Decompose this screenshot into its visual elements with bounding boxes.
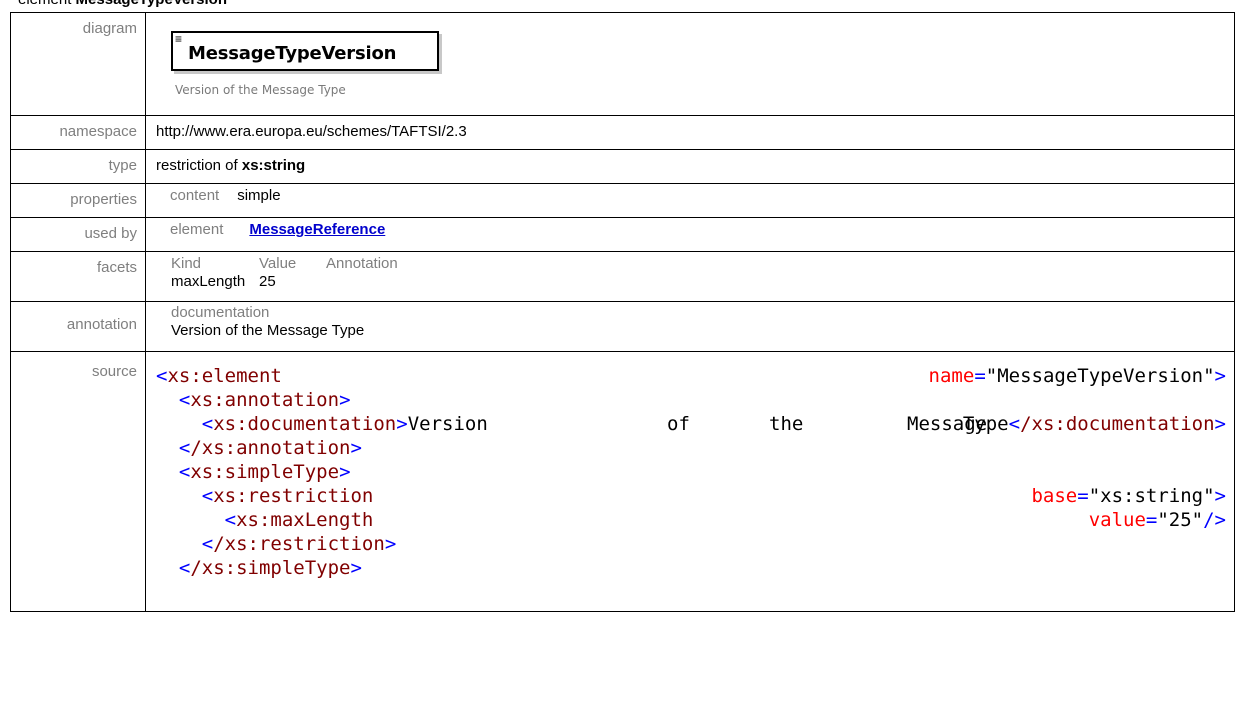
diagram-cell: ≡ MessageTypeVersion Version of the Mess… <box>145 12 1235 116</box>
element-content-icon: ≡ <box>175 32 183 46</box>
source-line-3: <xs:documentation>Version of the Message Typ… <box>201 413 1226 435</box>
type-label: type <box>10 149 146 184</box>
namespace-value: http://www.era.europa.eu/schemes/TAFTSI/… <box>145 115 1235 150</box>
diagram-row: diagram ≡ MessageTypeVersion Version of … <box>10 12 1235 116</box>
source-line-1: <xs:element name="MessageTypeVersion"> <box>156 365 1226 387</box>
annotation-label: annotation <box>10 301 146 352</box>
annotation-row: annotation documentation Version of the … <box>10 301 1235 352</box>
namespace-label: namespace <box>10 115 146 150</box>
facet-value: 25 <box>259 273 276 290</box>
annotation-text: Version of the Message Type <box>171 322 365 339</box>
heading-prefix: element <box>18 0 76 8</box>
type-prefix: restriction of <box>156 157 242 174</box>
annotation-key: documentation <box>171 304 270 321</box>
message-reference-link[interactable]: MessageReference <box>249 221 385 238</box>
source-line-4: </xs:annotation> <box>178 437 362 459</box>
element-doc-table: diagram ≡ MessageTypeVersion Version of … <box>10 12 1235 612</box>
facets-header: Kind Value Annotation <box>171 255 1234 273</box>
facets-row: facets Kind Value Annotation maxLength 25 <box>10 251 1235 302</box>
source-line-2: <xs:annotation> <box>178 389 351 411</box>
page-heading: element MessageTypeVersion <box>18 0 227 9</box>
namespace-row: namespace http://www.era.europa.eu/schem… <box>10 115 1235 150</box>
properties-value: content simple <box>145 183 1235 218</box>
diagram-label: diagram <box>10 12 146 116</box>
source-line-7: <xs:maxLength value="25"/> <box>224 509 1226 531</box>
facets-header-kind: Kind <box>171 255 202 272</box>
properties-content: simple <box>237 187 281 204</box>
properties-key: content <box>170 187 220 204</box>
type-value: restriction of xs:string <box>145 149 1235 184</box>
annotation-cell: documentation Version of the Message Typ… <box>145 301 1235 352</box>
diagram-description: Version of the Message Type <box>175 83 346 97</box>
source-line-5: <xs:simpleType> <box>178 461 351 483</box>
properties-label: properties <box>10 183 146 218</box>
source-line-9: </xs:simpleType> <box>178 557 362 579</box>
facets-cell: Kind Value Annotation maxLength 25 <box>145 251 1235 302</box>
element-diagram-box[interactable]: ≡ MessageTypeVersion <box>171 31 439 71</box>
facets-label: facets <box>10 251 146 302</box>
facets-data-row: maxLength 25 <box>171 273 1234 291</box>
diagram-element-name: MessageTypeVersion <box>188 43 397 64</box>
used-by-row: used by element MessageReference <box>10 217 1235 252</box>
properties-row: properties content simple <box>10 183 1235 218</box>
source-code: <xs:element name="MessageTypeVersion"> <x… <box>156 364 1234 580</box>
used-by-label: used by <box>10 217 146 252</box>
source-label: source <box>10 351 146 612</box>
source-line-6: <xs:restriction base="xs:string"> <box>201 485 1226 507</box>
facets-header-value: Value <box>259 255 297 272</box>
heading-element-name: MessageTypeVersion <box>76 0 227 8</box>
used-by-value: element MessageReference <box>145 217 1235 252</box>
used-by-kind: element <box>170 221 224 238</box>
facet-kind: maxLength <box>171 273 246 290</box>
type-row: type restriction of xs:string <box>10 149 1235 184</box>
source-line-8: </xs:restriction> <box>201 533 397 555</box>
facets-header-annotation: Annotation <box>326 255 398 272</box>
source-cell: <xs:element name="MessageTypeVersion"> <x… <box>145 351 1235 612</box>
source-row: source <xs:element name="MessageTypeVersi… <box>10 351 1235 612</box>
type-base: xs:string <box>241 157 306 174</box>
